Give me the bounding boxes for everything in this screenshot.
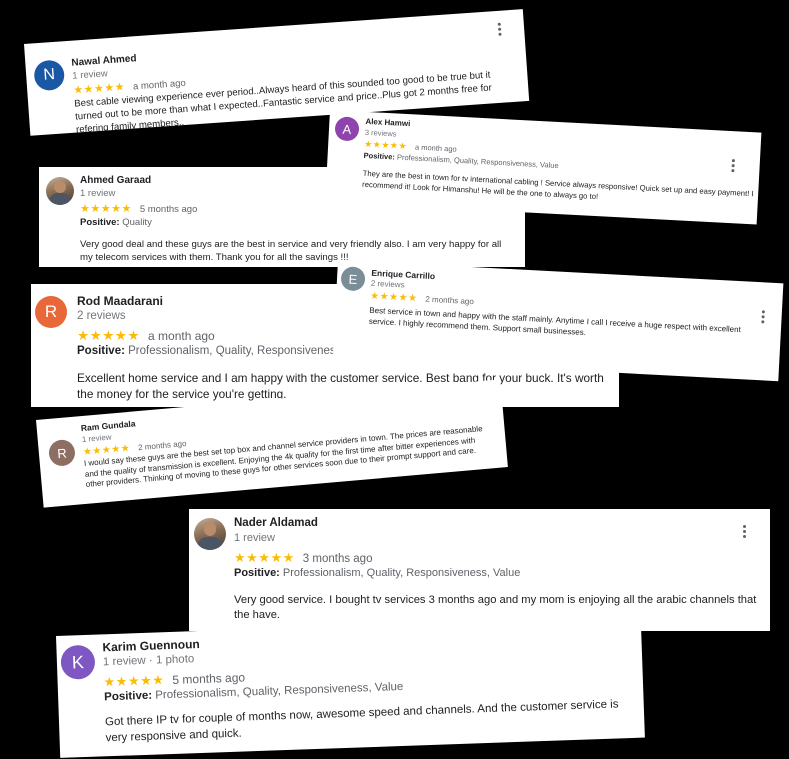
review-text: Best service in town and happy with the … (368, 305, 742, 338)
avatar: N (33, 59, 66, 92)
stars-icon: ★★★★★ (80, 203, 132, 215)
star-rating: ★★★★★ a month ago (77, 328, 215, 344)
reviewer-name[interactable]: Rod Maadarani (77, 294, 163, 308)
review-count: 1 review (80, 188, 116, 199)
more-options-icon[interactable] (497, 22, 503, 36)
stars-icon: ★★★★★ (364, 138, 408, 152)
reviewer-name[interactable]: Karim Guennoun (102, 637, 200, 654)
review-count: 3 reviews (364, 127, 397, 139)
avatar: A (334, 116, 360, 142)
review-count: 1 review · 1 photo (102, 653, 195, 669)
stars-icon: ★★★★★ (103, 672, 165, 690)
reviewer-name[interactable]: Nawal Ahmed (71, 53, 137, 69)
reviewer-name[interactable]: Nader Aldamad (234, 517, 318, 529)
review-count: 1 review (234, 532, 275, 544)
more-options-icon[interactable] (743, 525, 747, 538)
reviewer-name[interactable]: Ram Gundala (80, 418, 135, 433)
star-rating: ★★★★★ 3 months ago (234, 550, 372, 566)
review-card-karim-guennoun: K Karim Guennoun 1 review · 1 photo ★★★★… (56, 615, 645, 758)
review-text: Very good deal and these guys are the be… (80, 239, 502, 263)
positive-attributes: Positive: Quality (80, 217, 152, 228)
review-count: 1 review (71, 68, 109, 82)
positive-attributes: Positive: Professionalism, Quality, Resp… (77, 345, 377, 357)
review-time: a month ago (148, 329, 215, 343)
review-time: 5 months ago (139, 204, 198, 215)
positive-attributes: Positive: Professionalism, Quality, Resp… (234, 567, 521, 579)
avatar (194, 518, 226, 550)
reviewer-name[interactable]: Alex Hamwi (365, 117, 410, 128)
review-text: Got there IP tv for couple of months now… (104, 698, 619, 745)
review-count: 2 reviews (77, 310, 126, 322)
review-count: 2 reviews (370, 278, 405, 290)
review-text: Very good service. I bought tv services … (234, 594, 757, 621)
avatar: R (35, 296, 67, 328)
review-card-nader-aldamad: Nader Aldamad 1 review ★★★★★ 3 months ago… (189, 509, 770, 631)
avatar: K (60, 644, 96, 680)
review-text: I would say these guys are the best set … (83, 424, 483, 489)
more-options-icon[interactable] (761, 310, 766, 324)
review-text: They are the best in town for tv interna… (361, 168, 754, 202)
review-time: a month ago (414, 142, 457, 154)
stars-icon: ★★★★★ (369, 290, 418, 305)
reviewer-name[interactable]: Ahmed Garaad (80, 175, 151, 186)
more-options-icon[interactable] (731, 159, 736, 173)
star-rating: ★★★★★ 5 months ago (80, 202, 197, 215)
review-time: 3 months ago (302, 553, 373, 565)
avatar (46, 177, 74, 205)
review-count: 1 review (81, 432, 112, 445)
avatar: R (47, 438, 77, 467)
avatar: E (340, 266, 366, 292)
review-time: 2 months ago (425, 294, 475, 307)
positive-attributes: Positive: Professionalism, Quality, Resp… (363, 150, 559, 171)
stars-icon: ★★★★★ (234, 550, 295, 565)
review-time: 5 months ago (172, 670, 246, 687)
stars-icon: ★★★★★ (77, 328, 141, 343)
